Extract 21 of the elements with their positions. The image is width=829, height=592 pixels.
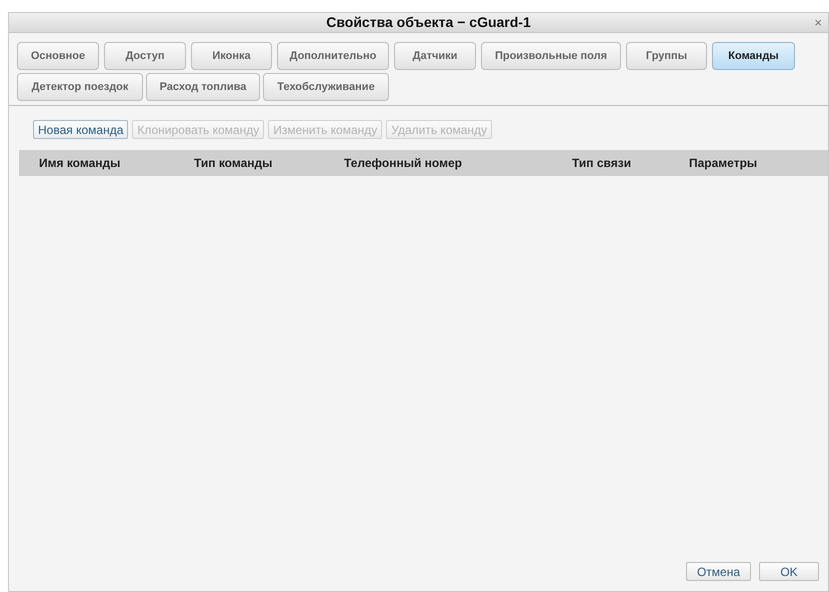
tab[interactable]: Команды xyxy=(712,42,795,70)
toolbar-button[interactable]: Новая команда xyxy=(33,120,128,139)
dialog-button[interactable]: Отмена xyxy=(686,562,751,581)
window-title: Свойства объекта − cGuard-1 xyxy=(325,13,531,32)
tab[interactable]: Доступ xyxy=(104,42,186,70)
tab[interactable]: Техобслуживание xyxy=(263,73,389,101)
close-button[interactable]: × xyxy=(814,14,822,32)
tab[interactable]: Основное xyxy=(17,42,99,70)
tab[interactable]: Расход топлива xyxy=(146,73,260,101)
tab[interactable]: Иконка xyxy=(191,42,272,70)
tab[interactable]: Дополнительно xyxy=(277,42,389,70)
column-header: Телефонный номер xyxy=(344,155,463,172)
tab[interactable]: Группы xyxy=(626,42,707,70)
column-header: Имя команды xyxy=(39,155,122,172)
dialog-button[interactable]: OK xyxy=(759,562,819,581)
column-header: Тип связи xyxy=(572,155,632,172)
tab[interactable]: Детектор поездок xyxy=(17,73,143,101)
column-header: Тип команды xyxy=(194,155,274,172)
tab[interactable]: Произвольные поля xyxy=(481,42,621,70)
tab[interactable]: Датчики xyxy=(394,42,476,70)
column-header: Параметры xyxy=(689,155,758,172)
